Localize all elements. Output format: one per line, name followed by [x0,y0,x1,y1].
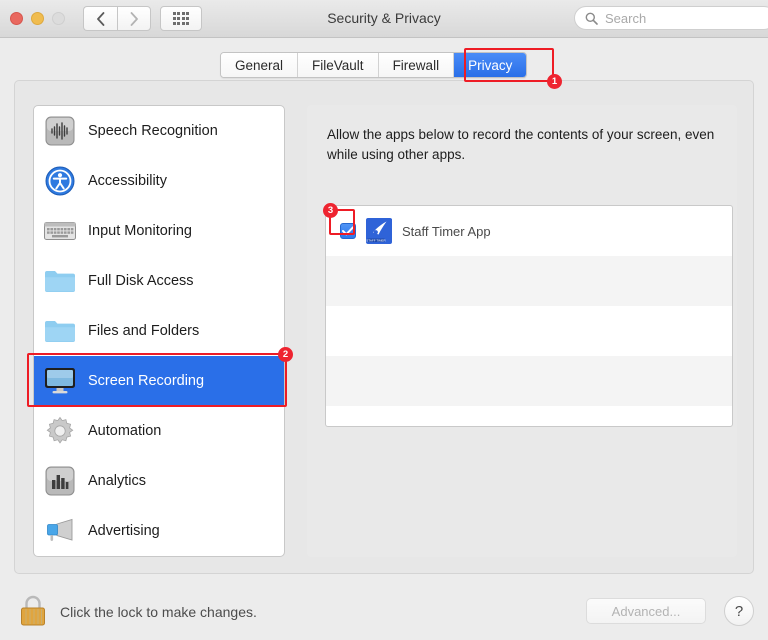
search-icon [585,12,598,25]
sidebar-item-input-monitoring[interactable]: Input Monitoring [34,206,284,256]
megaphone-icon [44,515,76,547]
screen-recording-pane: Allow the apps below to record the conte… [307,105,737,557]
sidebar-item-analytics[interactable]: Analytics [34,456,284,506]
advanced-button[interactable]: Advanced... [586,598,706,624]
security-privacy-window: Security & Privacy General FileVault Fir… [0,0,768,640]
sidebar-item-label: Advertising [88,523,160,539]
sidebar-item-label: Automation [88,423,162,439]
preference-content-area: Speech Recognition Accessibility Input M… [14,80,754,574]
sidebar-item-label: Files and Folders [88,323,200,339]
staff-timer-checkbox[interactable] [340,223,356,239]
staff-timer-app-icon: STAFF TIMER [366,218,392,244]
sidebar-item-full-disk-access[interactable]: Full Disk Access [34,256,284,306]
sidebar-item-automation[interactable]: Automation [34,406,284,456]
window-footer: Click the lock to make changes. Advanced… [0,582,768,640]
sidebar-item-accessibility[interactable]: Accessibility [34,156,284,206]
folder-icon [44,265,76,297]
svg-text:STAFF TIMER: STAFF TIMER [366,238,386,242]
search-input[interactable] [605,10,755,26]
tab-privacy[interactable]: Privacy [454,53,527,77]
table-row [326,256,732,306]
lock-hint-label: Click the lock to make changes. [60,604,257,620]
checkmark-icon [342,226,354,236]
tab-firewall[interactable]: Firewall [378,53,455,77]
sidebar-item-label: Full Disk Access [88,273,194,289]
allowed-apps-list[interactable]: STAFF TIMER Staff Timer App [325,205,733,427]
annotation-badge-1: 1 [547,74,562,89]
table-row [326,356,732,406]
sidebar-item-advertising[interactable]: Advertising [34,506,284,556]
pane-description: Allow the apps below to record the conte… [327,127,715,162]
keyboard-icon [44,215,76,247]
sidebar-item-label: Screen Recording [88,373,205,389]
table-row[interactable]: STAFF TIMER Staff Timer App [326,206,732,256]
gear-icon [44,415,76,447]
window-titlebar: Security & Privacy [0,0,768,38]
tab-general[interactable]: General [221,53,299,77]
table-row [326,406,732,426]
sidebar-item-label: Accessibility [88,173,167,189]
privacy-category-list[interactable]: Speech Recognition Accessibility Input M… [33,105,285,557]
bar-chart-icon [44,465,76,497]
sidebar-item-label: Speech Recognition [88,123,218,139]
sidebar-item-speech-recognition[interactable]: Speech Recognition [34,106,284,156]
table-row [326,306,732,356]
tab-filevault[interactable]: FileVault [298,53,379,77]
annotation-badge-2: 2 [278,347,293,362]
preference-tabs: General FileVault Firewall Privacy [220,52,528,78]
accessibility-icon [44,165,76,197]
sidebar-item-screen-recording[interactable]: Screen Recording [34,356,284,406]
app-name-label: Staff Timer App [402,223,491,239]
tab-bar: General FileVault Firewall Privacy 1 [0,38,768,89]
folder-icon [44,315,76,347]
help-button[interactable]: ? [724,596,754,626]
sidebar-item-label: Analytics [88,473,147,489]
search-field[interactable] [574,6,768,30]
lock-closed-icon[interactable] [18,594,48,628]
annotation-badge-3: 3 [323,203,338,218]
display-icon [44,365,76,397]
waveform-icon [44,115,76,147]
sidebar-item-label: Input Monitoring [88,223,192,239]
sidebar-item-files-and-folders[interactable]: Files and Folders [34,306,284,356]
